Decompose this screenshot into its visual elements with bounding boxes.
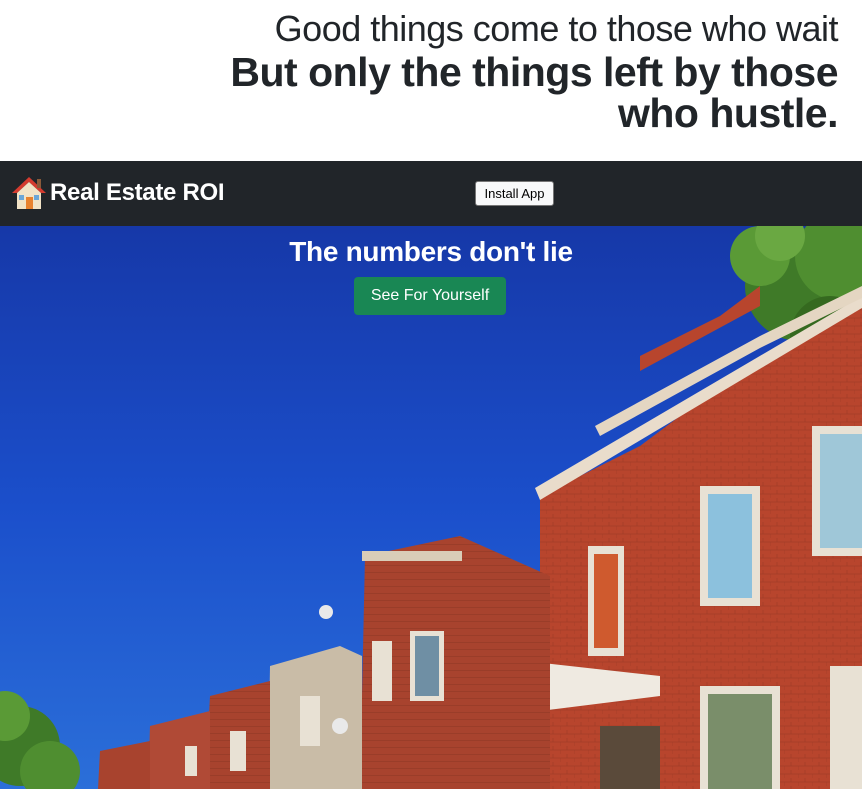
navbar: Real Estate ROI [0,161,862,374]
hero-title: The numbers don't lie [289,236,573,267]
quote-banner: Good things come to those who wait But o… [0,0,862,161]
install-app-button[interactable]: Install App [475,181,554,206]
quote-line-2: But only the things left by those who hu… [230,49,838,136]
house-icon [12,177,46,209]
quote-line-1: Good things come to those who wait [274,8,839,49]
see-for-yourself-button[interactable]: See For Yourself [354,277,506,315]
brand-label: Real Estate ROI [50,179,225,206]
brand-link[interactable]: Real Estate ROI [10,175,225,211]
hero-section: The numbers don't lie See For Yourself [0,226,862,789]
